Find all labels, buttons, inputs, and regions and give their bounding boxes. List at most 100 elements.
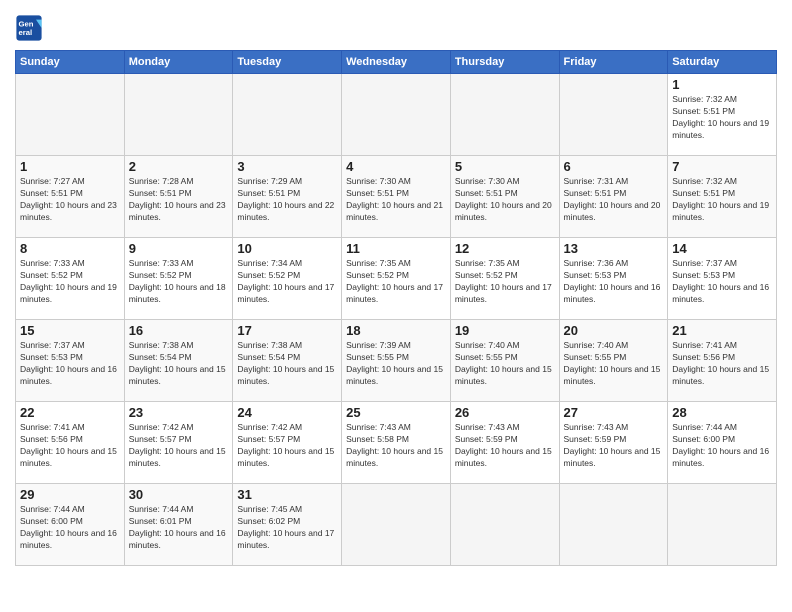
day-cell: 10 Sunrise: 7:34 AMSunset: 5:52 PMDaylig…: [233, 238, 342, 320]
day-cell: [16, 74, 125, 156]
day-cell: [342, 74, 451, 156]
day-cell: 31 Sunrise: 7:45 AMSunset: 6:02 PMDaylig…: [233, 484, 342, 566]
day-cell: [559, 74, 668, 156]
day-cell: [342, 484, 451, 566]
day-number: 19: [455, 323, 555, 338]
day-number: 21: [672, 323, 772, 338]
day-number: 22: [20, 405, 120, 420]
day-info: Sunrise: 7:41 AMSunset: 5:56 PMDaylight:…: [20, 422, 120, 470]
day-cell: 7 Sunrise: 7:32 AMSunset: 5:51 PMDayligh…: [668, 156, 777, 238]
day-number: 6: [564, 159, 664, 174]
day-cell: 12 Sunrise: 7:35 AMSunset: 5:52 PMDaylig…: [450, 238, 559, 320]
day-cell: 3 Sunrise: 7:29 AMSunset: 5:51 PMDayligh…: [233, 156, 342, 238]
day-cell: 1 Sunrise: 7:27 AMSunset: 5:51 PMDayligh…: [16, 156, 125, 238]
day-info: Sunrise: 7:35 AMSunset: 5:52 PMDaylight:…: [346, 258, 446, 306]
day-info: Sunrise: 7:37 AMSunset: 5:53 PMDaylight:…: [672, 258, 772, 306]
day-cell: [124, 74, 233, 156]
week-row-3: 15 Sunrise: 7:37 AMSunset: 5:53 PMDaylig…: [16, 320, 777, 402]
day-info: Sunrise: 7:39 AMSunset: 5:55 PMDaylight:…: [346, 340, 446, 388]
day-number: 8: [20, 241, 120, 256]
day-number: 24: [237, 405, 337, 420]
day-cell: 5 Sunrise: 7:30 AMSunset: 5:51 PMDayligh…: [450, 156, 559, 238]
day-cell: 29 Sunrise: 7:44 AMSunset: 6:00 PMDaylig…: [16, 484, 125, 566]
day-cell: 13 Sunrise: 7:36 AMSunset: 5:53 PMDaylig…: [559, 238, 668, 320]
week-row-1: 1 Sunrise: 7:27 AMSunset: 5:51 PMDayligh…: [16, 156, 777, 238]
day-cell: 9 Sunrise: 7:33 AMSunset: 5:52 PMDayligh…: [124, 238, 233, 320]
day-cell: 1 Sunrise: 7:32 AMSunset: 5:51 PMDayligh…: [668, 74, 777, 156]
day-cell: 30 Sunrise: 7:44 AMSunset: 6:01 PMDaylig…: [124, 484, 233, 566]
day-info: Sunrise: 7:31 AMSunset: 5:51 PMDaylight:…: [564, 176, 664, 224]
day-number: 28: [672, 405, 772, 420]
logo: Gen eral: [15, 14, 47, 42]
calendar-table: SundayMondayTuesdayWednesdayThursdayFrid…: [15, 50, 777, 566]
day-cell: [450, 74, 559, 156]
day-info: Sunrise: 7:41 AMSunset: 5:56 PMDaylight:…: [672, 340, 772, 388]
header-wednesday: Wednesday: [342, 51, 451, 74]
day-number: 26: [455, 405, 555, 420]
day-cell: 17 Sunrise: 7:38 AMSunset: 5:54 PMDaylig…: [233, 320, 342, 402]
day-info: Sunrise: 7:44 AMSunset: 6:00 PMDaylight:…: [20, 504, 120, 552]
day-cell: 6 Sunrise: 7:31 AMSunset: 5:51 PMDayligh…: [559, 156, 668, 238]
day-info: Sunrise: 7:43 AMSunset: 5:59 PMDaylight:…: [564, 422, 664, 470]
day-info: Sunrise: 7:38 AMSunset: 5:54 PMDaylight:…: [129, 340, 229, 388]
day-info: Sunrise: 7:36 AMSunset: 5:53 PMDaylight:…: [564, 258, 664, 306]
day-cell: 22 Sunrise: 7:41 AMSunset: 5:56 PMDaylig…: [16, 402, 125, 484]
day-info: Sunrise: 7:43 AMSunset: 5:58 PMDaylight:…: [346, 422, 446, 470]
svg-text:eral: eral: [19, 28, 33, 37]
day-info: Sunrise: 7:42 AMSunset: 5:57 PMDaylight:…: [129, 422, 229, 470]
day-cell: 25 Sunrise: 7:43 AMSunset: 5:58 PMDaylig…: [342, 402, 451, 484]
day-number: 25: [346, 405, 446, 420]
header: Gen eral: [15, 10, 777, 42]
day-number: 27: [564, 405, 664, 420]
day-info: Sunrise: 7:44 AMSunset: 6:01 PMDaylight:…: [129, 504, 229, 552]
day-cell: 19 Sunrise: 7:40 AMSunset: 5:55 PMDaylig…: [450, 320, 559, 402]
day-cell: 18 Sunrise: 7:39 AMSunset: 5:55 PMDaylig…: [342, 320, 451, 402]
day-info: Sunrise: 7:34 AMSunset: 5:52 PMDaylight:…: [237, 258, 337, 306]
week-row-2: 8 Sunrise: 7:33 AMSunset: 5:52 PMDayligh…: [16, 238, 777, 320]
header-sunday: Sunday: [16, 51, 125, 74]
day-cell: [668, 484, 777, 566]
day-number: 4: [346, 159, 446, 174]
day-info: Sunrise: 7:40 AMSunset: 5:55 PMDaylight:…: [564, 340, 664, 388]
day-cell: 26 Sunrise: 7:43 AMSunset: 5:59 PMDaylig…: [450, 402, 559, 484]
day-info: Sunrise: 7:37 AMSunset: 5:53 PMDaylight:…: [20, 340, 120, 388]
day-cell: [233, 74, 342, 156]
day-info: Sunrise: 7:30 AMSunset: 5:51 PMDaylight:…: [455, 176, 555, 224]
header-tuesday: Tuesday: [233, 51, 342, 74]
day-cell: 16 Sunrise: 7:38 AMSunset: 5:54 PMDaylig…: [124, 320, 233, 402]
day-number: 29: [20, 487, 120, 502]
day-info: Sunrise: 7:42 AMSunset: 5:57 PMDaylight:…: [237, 422, 337, 470]
logo-icon: Gen eral: [15, 14, 43, 42]
day-number: 7: [672, 159, 772, 174]
day-cell: 27 Sunrise: 7:43 AMSunset: 5:59 PMDaylig…: [559, 402, 668, 484]
day-info: Sunrise: 7:32 AMSunset: 5:51 PMDaylight:…: [672, 94, 772, 142]
day-number: 18: [346, 323, 446, 338]
day-number: 14: [672, 241, 772, 256]
day-cell: 21 Sunrise: 7:41 AMSunset: 5:56 PMDaylig…: [668, 320, 777, 402]
day-cell: 2 Sunrise: 7:28 AMSunset: 5:51 PMDayligh…: [124, 156, 233, 238]
svg-text:Gen: Gen: [19, 20, 34, 29]
day-cell: 14 Sunrise: 7:37 AMSunset: 5:53 PMDaylig…: [668, 238, 777, 320]
day-info: Sunrise: 7:38 AMSunset: 5:54 PMDaylight:…: [237, 340, 337, 388]
day-number: 16: [129, 323, 229, 338]
day-cell: 15 Sunrise: 7:37 AMSunset: 5:53 PMDaylig…: [16, 320, 125, 402]
day-cell: [450, 484, 559, 566]
day-info: Sunrise: 7:33 AMSunset: 5:52 PMDaylight:…: [20, 258, 120, 306]
day-info: Sunrise: 7:30 AMSunset: 5:51 PMDaylight:…: [346, 176, 446, 224]
week-row-4: 22 Sunrise: 7:41 AMSunset: 5:56 PMDaylig…: [16, 402, 777, 484]
day-cell: [559, 484, 668, 566]
day-cell: 4 Sunrise: 7:30 AMSunset: 5:51 PMDayligh…: [342, 156, 451, 238]
day-number: 2: [129, 159, 229, 174]
header-friday: Friday: [559, 51, 668, 74]
day-number: 11: [346, 241, 446, 256]
day-cell: 20 Sunrise: 7:40 AMSunset: 5:55 PMDaylig…: [559, 320, 668, 402]
day-info: Sunrise: 7:29 AMSunset: 5:51 PMDaylight:…: [237, 176, 337, 224]
day-cell: 24 Sunrise: 7:42 AMSunset: 5:57 PMDaylig…: [233, 402, 342, 484]
day-info: Sunrise: 7:27 AMSunset: 5:51 PMDaylight:…: [20, 176, 120, 224]
day-number: 5: [455, 159, 555, 174]
day-number: 13: [564, 241, 664, 256]
header-monday: Monday: [124, 51, 233, 74]
day-cell: 28 Sunrise: 7:44 AMSunset: 6:00 PMDaylig…: [668, 402, 777, 484]
day-number: 31: [237, 487, 337, 502]
header-saturday: Saturday: [668, 51, 777, 74]
